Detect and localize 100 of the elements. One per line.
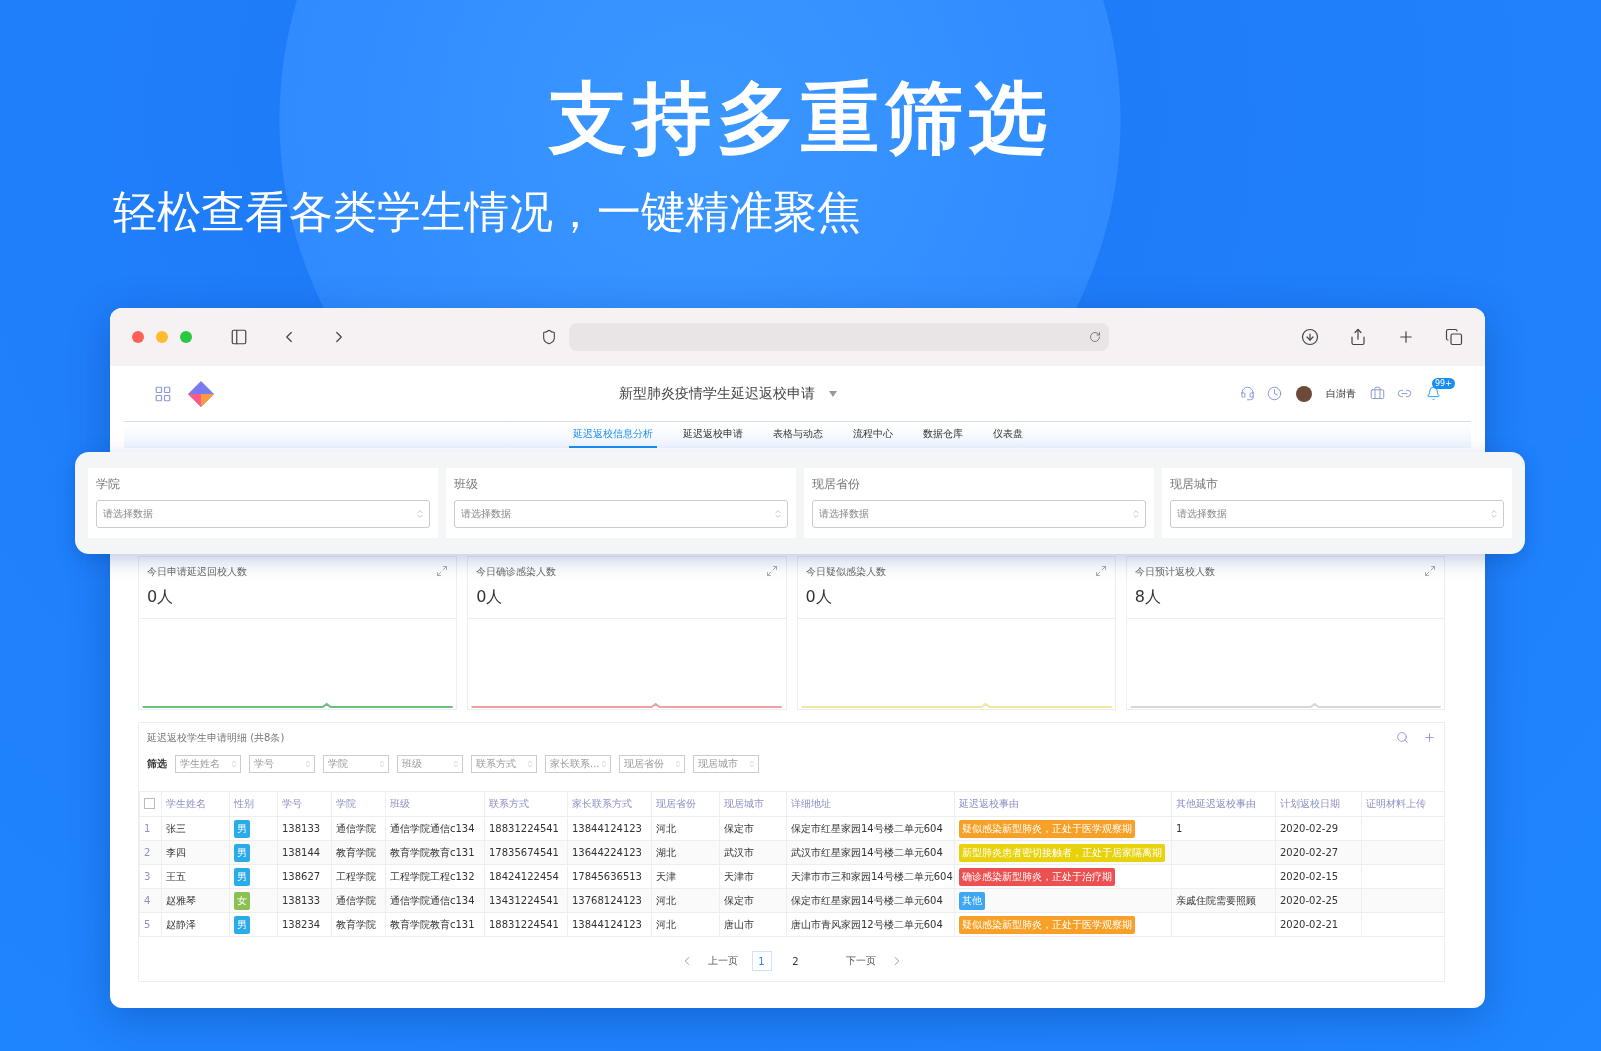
stat-title: 今日疑似感染人数 xyxy=(805,565,886,579)
table-cell: 17835674541 xyxy=(484,840,568,865)
tabs-icon[interactable] xyxy=(1445,328,1463,346)
filter-label: 现居城市 xyxy=(1170,476,1219,493)
add-icon[interactable] xyxy=(1423,731,1436,744)
table-cell: 13431224541 xyxy=(484,888,568,913)
column-header: 现居省份 xyxy=(651,791,720,817)
row-number: 3 xyxy=(139,864,162,889)
stat-title: 今日申请延迟回校人数 xyxy=(147,565,247,579)
sidebar-icon[interactable] xyxy=(230,328,248,346)
stat-value: 8人 xyxy=(1126,579,1444,619)
briefcase-icon[interactable] xyxy=(1370,386,1385,401)
select-field[interactable]: 请选择数据 xyxy=(1170,500,1504,528)
headline: 支持多重筛选 xyxy=(547,72,1054,165)
subtitle: 轻松查看各类学生情况，一键精准聚焦 xyxy=(113,185,862,239)
sort-icon xyxy=(1131,509,1141,519)
previous-link[interactable]: 上一页 xyxy=(707,954,738,968)
table-cell: 2020-02-27 xyxy=(1275,840,1362,865)
filter-select[interactable]: 现居省份 xyxy=(619,755,685,773)
checkbox[interactable] xyxy=(144,797,155,809)
expand-icon[interactable] xyxy=(1424,565,1436,577)
column-header: 学生姓名 xyxy=(161,791,230,817)
minimize-button[interactable] xyxy=(156,331,168,343)
shield-icon[interactable] xyxy=(540,329,557,345)
filter-select[interactable]: 学院 xyxy=(323,755,389,773)
table-cell: 赵雅琴 xyxy=(161,888,230,913)
expand-icon[interactable] xyxy=(765,565,778,577)
table-cell: 1 xyxy=(1171,816,1276,841)
maximize-button[interactable] xyxy=(180,331,192,343)
new-tab-icon[interactable] xyxy=(1397,328,1415,346)
table-cell: 13768124123 xyxy=(567,888,652,913)
nav-tab[interactable]: 流程中心 xyxy=(848,422,897,448)
logo-icon xyxy=(186,378,216,409)
table-cell: 138627 xyxy=(277,864,332,889)
table-cell: 河北 xyxy=(651,912,720,937)
apps-icon[interactable] xyxy=(154,384,172,403)
sort-icon xyxy=(452,760,460,768)
sort-icon xyxy=(1489,509,1499,519)
stat-value: 0人 xyxy=(468,579,786,619)
search-icon[interactable] xyxy=(1396,731,1409,744)
stat-title: 今日预计返校人数 xyxy=(1134,565,1215,579)
nav-tab[interactable]: 表格与动态 xyxy=(768,422,827,448)
table-cell: 教育学院教育c131 xyxy=(385,912,485,937)
sort-icon xyxy=(415,509,425,519)
nav-tab[interactable]: 延迟返校信息分析 xyxy=(568,422,657,448)
table-cell: 武汉市红星家园14号楼二单元604 xyxy=(786,840,955,865)
table-cell: 2020-02-29 xyxy=(1275,816,1362,841)
close-button[interactable] xyxy=(132,331,144,343)
table-cell: 通信学院通信c134 xyxy=(385,888,485,913)
app-title: 新型肺炎疫情学生延迟返校申请 xyxy=(619,384,815,403)
clock-icon[interactable] xyxy=(1267,386,1282,401)
select-field[interactable]: 请选择数据 xyxy=(454,500,788,528)
sort-icon xyxy=(748,760,756,768)
column-header: 延迟返校事由 xyxy=(954,791,1172,817)
filter-select[interactable]: 现居城市 xyxy=(693,755,759,773)
table-cell: 138234 xyxy=(277,912,332,937)
filter-select[interactable]: 联系方式 xyxy=(471,755,537,773)
table-cell: 18831224541 xyxy=(484,816,568,841)
filter-select[interactable]: 班级 xyxy=(397,755,463,773)
bell-icon[interactable] xyxy=(1426,386,1441,401)
column-header: 现居城市 xyxy=(719,791,787,817)
share-icon[interactable] xyxy=(1349,328,1367,346)
table-cell: 138144 xyxy=(277,840,332,865)
column-header: 班级 xyxy=(385,791,485,817)
nav-tab[interactable]: 数据仓库 xyxy=(918,422,967,448)
table-cell: 教育学院 xyxy=(331,840,386,865)
next-link[interactable]: 下一页 xyxy=(845,954,876,968)
column-header: 学院 xyxy=(331,791,386,817)
sort-icon xyxy=(230,760,238,768)
table-cell: 通信学院通信c134 xyxy=(385,816,485,841)
headset-icon[interactable] xyxy=(1240,386,1255,401)
table-cell: 天津 xyxy=(651,864,720,889)
nav-tab[interactable]: 延迟返校申请 xyxy=(678,422,747,448)
filter-select[interactable]: 学号 xyxy=(249,755,315,773)
nav-tab[interactable]: 仪表盘 xyxy=(988,422,1027,448)
reason-tag: 新型肺炎患者密切接触者，正处于居家隔离期 xyxy=(959,843,1165,862)
download-icon[interactable] xyxy=(1301,328,1319,346)
reload-icon[interactable] xyxy=(1088,331,1101,343)
page-button[interactable]: 1 xyxy=(751,951,772,971)
gender-tag: 男 xyxy=(234,867,250,886)
filter-select[interactable]: 学生姓名 xyxy=(175,755,241,773)
notification-badge: 99+ xyxy=(1432,378,1455,389)
select-field[interactable]: 请选择数据 xyxy=(96,500,430,528)
filter-select[interactable]: 家长联系... xyxy=(545,755,611,773)
select-field[interactable]: 请选择数据 xyxy=(812,500,1146,528)
gender-tag: 男 xyxy=(234,915,250,934)
filter-label: 现居省份 xyxy=(812,476,861,493)
table-cell: 保定市 xyxy=(719,816,787,841)
column-header: 联系方式 xyxy=(484,791,568,817)
expand-icon[interactable] xyxy=(1094,565,1107,577)
table-cell: 河北 xyxy=(651,888,720,913)
filter-label: 班级 xyxy=(454,476,479,493)
table-cell: 赵静泽 xyxy=(161,912,230,937)
table-cell: 2020-02-15 xyxy=(1275,864,1362,889)
table-cell: 武汉市 xyxy=(719,840,787,865)
column-header: 学号 xyxy=(277,791,332,817)
expand-icon[interactable] xyxy=(436,565,449,577)
reason-tag: 疑似感染新型肺炎，正处于医学观察期 xyxy=(959,915,1135,934)
dropdown-caret-icon[interactable] xyxy=(829,390,837,397)
reason-tag: 其他 xyxy=(959,891,985,910)
